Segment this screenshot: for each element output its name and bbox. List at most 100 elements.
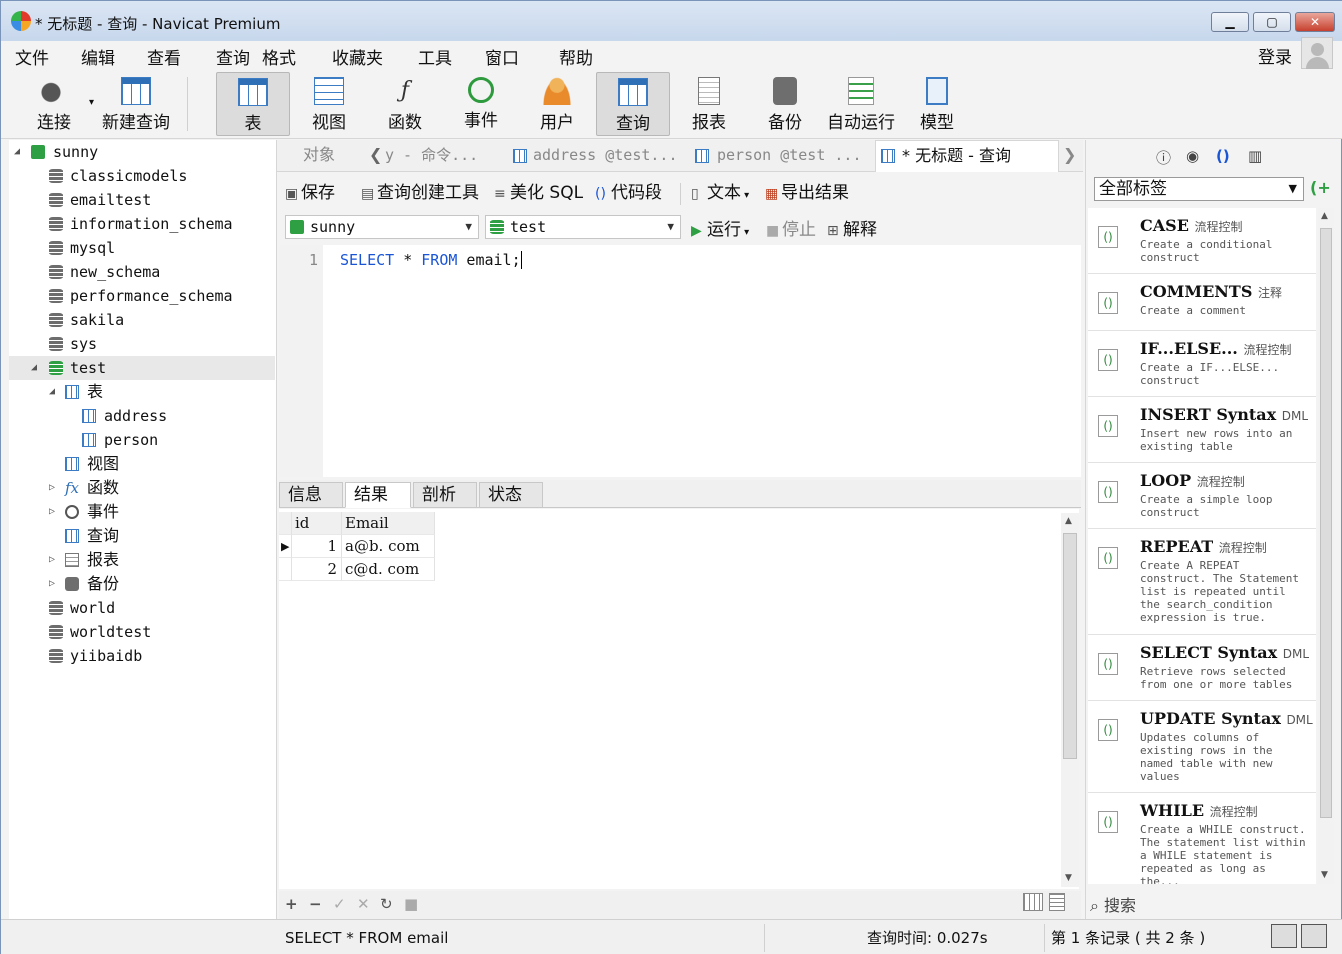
avatar[interactable] [1301,37,1333,69]
panel-toggle-icon[interactable] [1271,924,1297,948]
report-button[interactable]: 报表 [672,72,746,136]
table-row[interactable]: 1 [292,535,342,558]
connect-dropdown-icon[interactable]: ▾ [89,97,94,108]
tree-database[interactable]: sys [9,332,275,356]
list-item[interactable]: () INSERT Syntax DML Insert new rows int… [1088,397,1316,463]
panel-toggle-icon[interactable] [1301,924,1327,948]
export-results-button[interactable]: ▦ 导出结果 [765,180,849,206]
menu-view[interactable]: 查看 [147,44,181,69]
columns-icon[interactable]: ▥ [1248,147,1262,165]
scroll-down-icon[interactable]: ▼ [1321,870,1328,880]
tree-database[interactable]: information_schema [9,212,275,236]
scroll-up-icon[interactable]: ▲ [1065,516,1072,526]
list-item[interactable]: () LOOP 流程控制 Create a simple loop constr… [1088,463,1316,529]
autorun-button[interactable]: 自动运行 [824,72,898,136]
tab-status[interactable]: 状态 [479,482,543,508]
connect-button[interactable]: 连接 [17,72,91,136]
query-builder-button[interactable]: ▤ 查询创建工具 [361,180,479,206]
menu-tools[interactable]: 工具 [418,44,452,69]
tree-database[interactable]: performance_schema [9,284,275,308]
list-item[interactable]: () COMMENTS 注释 Create a comment [1088,274,1316,331]
tab-command[interactable]: y - 命令... [385,140,503,172]
close-button[interactable]: ✕ [1295,12,1335,32]
eye-icon[interactable]: ◉ [1186,147,1199,165]
apply-icon[interactable]: ✓ [333,895,346,913]
menu-edit[interactable]: 编辑 [81,44,115,69]
scroll-thumb[interactable] [1320,228,1332,818]
expand-arrow-icon[interactable]: ▷ [49,572,55,596]
tree-group-tables[interactable]: ◢ 表 [9,380,275,404]
result-scrollbar[interactable]: ▲ ▼ [1061,513,1079,887]
text-button[interactable]: ▯ 文本 ▾ [691,180,749,206]
menu-favorites[interactable]: 收藏夹 [332,44,383,69]
column-header-id[interactable]: id [292,512,342,535]
tree-database[interactable]: new_schema [9,260,275,284]
grid-view-icon[interactable] [1023,893,1043,911]
user-button[interactable]: 用户 [520,72,594,136]
collapse-arrow-icon[interactable]: ◢ [14,140,20,164]
expand-arrow-icon[interactable]: ▷ [49,476,55,500]
save-button[interactable]: ▣ 保存 [285,180,335,206]
scroll-down-icon[interactable]: ▼ [1065,873,1072,883]
delete-row-icon[interactable]: − [309,895,322,913]
tag-filter-select[interactable]: 全部标签 ▼ [1094,177,1304,201]
tab-scroll-right-icon[interactable]: ❯ [1063,145,1076,164]
tab-info[interactable]: 信息 [279,482,343,508]
maximize-button[interactable]: ▢ [1253,12,1291,32]
stop-button[interactable]: ■ 停止 [766,217,816,243]
tab-untitled-query[interactable]: * 无标题 - 查询 [875,140,1059,172]
event-button[interactable]: 事件 [444,72,518,136]
tab-profile[interactable]: 剖析 [413,482,477,508]
snippet-scrollbar[interactable]: ▲ ▼ [1318,208,1334,884]
tree-database[interactable]: world [9,596,275,620]
add-row-icon[interactable]: + [285,895,298,913]
tree-database[interactable]: worldtest [9,620,275,644]
tree-database[interactable]: classicmodels [9,164,275,188]
info-icon[interactable]: ⓘ [1156,147,1171,168]
run-button[interactable]: ▶ 运行 ▾ [691,217,749,243]
tab-objects[interactable]: 对象 [303,140,363,172]
login-link[interactable]: 登录 [1258,43,1292,68]
tree-group-queries[interactable]: 查询 [9,524,275,548]
refresh-icon[interactable]: ↻ [380,895,393,913]
function-button[interactable]: ƒ 函数 [368,72,442,136]
tree-connection-sunny[interactable]: ◢ sunny [9,140,275,164]
tree-table[interactable]: address [9,404,275,428]
backup-button[interactable]: 备份 [748,72,822,136]
tree-group-views[interactable]: 视图 [9,452,275,476]
tree-group-functions[interactable]: ▷ fx 函数 [9,476,275,500]
add-snippet-icon[interactable]: (+ [1310,178,1331,197]
expand-arrow-icon[interactable]: ▷ [49,548,55,572]
tab-person[interactable]: person @test ... [717,140,869,172]
menu-file[interactable]: 文件 [15,44,49,69]
form-view-icon[interactable] [1049,893,1065,911]
scroll-up-icon[interactable]: ▲ [1321,211,1328,221]
tree-database[interactable]: mysql [9,236,275,260]
table-button[interactable]: 表 [216,72,290,136]
tree-database[interactable]: yiibaidb [9,644,275,668]
tree-database[interactable]: emailtest [9,188,275,212]
table-row[interactable]: c@d. com [342,558,435,581]
tab-result-1[interactable]: 结果 1 [345,482,411,529]
discard-icon[interactable]: ✕ [357,895,370,913]
view-button[interactable]: 视图 [292,72,366,136]
beautify-sql-button[interactable]: ≡ 美化 SQL [494,180,583,206]
model-button[interactable]: 模型 [900,72,974,136]
snippet-search[interactable]: ⌕ 搜索 [1090,892,1136,916]
list-item[interactable]: () REPEAT 流程控制 Create A REPEAT construct… [1088,529,1316,635]
table-row[interactable]: 2 [292,558,342,581]
minimize-button[interactable]: ▁ [1211,12,1249,32]
list-item[interactable]: () WHILE 流程控制 Create a WHILE construct. … [1088,793,1316,884]
menu-help[interactable]: 帮助 [559,44,593,69]
tree-group-events[interactable]: ▷ 事件 [9,500,275,524]
tree-group-backups[interactable]: ▷ 备份 [9,572,275,596]
column-header-email[interactable]: Email [342,512,435,535]
database-select[interactable]: test ▼ [485,215,681,239]
snippet-icon[interactable]: () [1216,147,1230,165]
scroll-thumb[interactable] [1063,533,1077,759]
query-button[interactable]: 查询 [596,72,670,136]
explain-button[interactable]: ⊞ 解释 [827,217,877,243]
tab-address[interactable]: address @test... [533,140,683,172]
sql-editor[interactable]: 1 SELECT * FROM email; [279,245,1081,477]
tree-database-test[interactable]: ◢ test [9,356,275,380]
